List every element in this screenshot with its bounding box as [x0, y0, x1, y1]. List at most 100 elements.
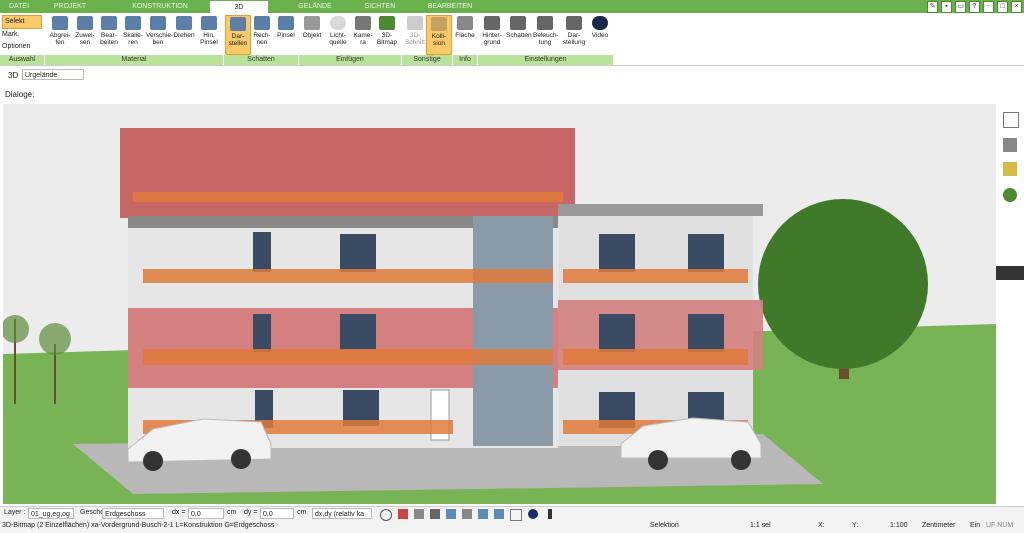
zuweisen-button[interactable]: Zuwei- sen	[73, 15, 97, 53]
measure-icon[interactable]	[462, 509, 472, 519]
kamera-button[interactable]: Kame- ra	[351, 15, 375, 53]
play-icon	[592, 16, 608, 30]
x-coord: X:	[818, 522, 825, 529]
chair-icon	[304, 16, 320, 30]
group-info: Info	[453, 55, 477, 65]
assign-icon	[77, 16, 93, 30]
window-controls: ✎ ▪ ▭ ? - □ ×	[927, 1, 1022, 13]
schatten-button[interactable]: Schatten	[506, 15, 532, 53]
shade-icon	[230, 17, 246, 31]
verschieben-button[interactable]: Verschie- ben	[146, 15, 173, 53]
3d-bitmap-button[interactable]: 3D- Bitmap	[375, 15, 399, 53]
lichtquelle-button[interactable]: Licht- quelle	[326, 15, 350, 53]
view-bar: 3D Urgelände	[0, 67, 1024, 85]
brush-icon	[201, 16, 217, 30]
status-bar: 3D-Bitmap (2 Einzelflächen) xa-Vordergru…	[0, 521, 1024, 533]
bearbeiten-button[interactable]: Bear- beiten	[97, 15, 121, 53]
tab-sichten[interactable]: SICHTEN	[350, 0, 410, 13]
rechnen-button[interactable]: Rech- nen	[250, 15, 274, 53]
grid-icon[interactable]	[510, 509, 522, 521]
dialog-label: Dialoge:	[5, 90, 35, 99]
angle-icon[interactable]	[446, 509, 456, 519]
chair-icon[interactable]	[1003, 138, 1017, 152]
layer-select[interactable]: 01_ug,eg,og	[28, 508, 74, 519]
beleuchtung-button[interactable]: Beleuch- tung	[533, 15, 559, 53]
rotate-icon	[176, 16, 192, 30]
group-material: Material	[45, 55, 223, 65]
print-icon[interactable]	[414, 509, 424, 519]
selection-count: 1:1 sel	[750, 522, 771, 529]
clock-icon[interactable]	[380, 509, 392, 521]
background-icon	[484, 16, 500, 30]
help-icon[interactable]: ?	[969, 1, 980, 13]
darstellen-button[interactable]: Dar- stellen	[225, 15, 251, 55]
objekt-button[interactable]: Objekt	[300, 15, 324, 53]
darstellung-button[interactable]: Dar- stellung	[562, 15, 586, 53]
mark-button[interactable]: Mark.	[2, 29, 42, 41]
layers-toggle-icon[interactable]	[478, 509, 488, 519]
group-einstellungen: Einstellungen	[478, 55, 613, 65]
floor-select[interactable]: Erdgeschoss	[102, 508, 164, 519]
tab-bearbeiten[interactable]: BEARBEITEN	[415, 0, 485, 13]
layer-label: Layer :	[4, 509, 26, 516]
video-button[interactable]: Video	[588, 15, 612, 53]
dy-input[interactable]: 0,0	[260, 508, 294, 519]
drehen-button[interactable]: Drehen	[172, 15, 196, 53]
dx-label: dx =	[172, 509, 186, 516]
coord-mode-select[interactable]: dx,dy (relativ ka	[312, 508, 372, 519]
abgreifen-button[interactable]: Abgrei- fen	[48, 15, 72, 53]
tab-konstruktion[interactable]: KONSTRUKTION	[110, 0, 210, 13]
options-button[interactable]: Optionen	[2, 41, 42, 53]
save-icon[interactable]: ▪	[941, 1, 952, 13]
monitor-icon	[566, 16, 582, 30]
tab-datei[interactable]: DATEI	[0, 0, 38, 13]
flags-status: UF NUM	[986, 522, 1014, 529]
selekt-button[interactable]: Selekt	[2, 15, 42, 29]
tab-gelaende[interactable]: GELÄNDE	[280, 0, 350, 13]
y-coord: Y:	[852, 522, 859, 529]
group-auswahl: Auswahl	[0, 55, 44, 65]
info-icon[interactable]	[528, 509, 538, 519]
pipette-icon	[52, 16, 68, 30]
light-house-icon	[537, 16, 553, 30]
brush-icon	[278, 16, 294, 30]
display-icon[interactable]	[398, 509, 408, 519]
minimize-icon[interactable]: -	[983, 1, 994, 13]
3d-schnitt-button[interactable]: 3D- Schnitt	[403, 15, 427, 53]
more-icon[interactable]	[548, 509, 552, 519]
dialog-bar: Dialoge:	[0, 87, 1024, 103]
tab-projekt[interactable]: PROJEKT	[40, 0, 100, 13]
hintergrund-button[interactable]: Hinter- grund	[480, 15, 504, 53]
dx-input[interactable]: 0,0	[188, 508, 224, 519]
dx-unit: cm	[227, 509, 237, 516]
snap-icon[interactable]	[430, 509, 440, 519]
view-toggle-icon[interactable]	[494, 509, 504, 519]
kollision-button[interactable]: Kolli- sion	[426, 15, 452, 55]
selected-object-info: 3D-Bitmap (2 Einzelflächen) xa-Vordergru…	[2, 522, 275, 529]
selection-column: Selekt Mark. Optionen	[2, 15, 42, 53]
edit-icon[interactable]: ✎	[927, 1, 938, 13]
palette-icon[interactable]	[1003, 162, 1017, 176]
3d-viewport[interactable]	[3, 104, 996, 504]
on-status: Ein	[970, 522, 981, 529]
move-icon	[150, 16, 166, 30]
cut-icon	[407, 16, 423, 30]
layers-icon[interactable]	[1003, 112, 1019, 128]
pinsel-button[interactable]: Pinsel	[274, 15, 298, 53]
flaeche-button[interactable]: Fläche	[453, 15, 477, 53]
dy-unit: cm	[297, 509, 307, 516]
group-schatten: Schatten	[224, 55, 298, 65]
hin-pinsel-button[interactable]: Hin. Pinsel	[197, 15, 221, 53]
input-bar: Layer : 01_ug,eg,og Geschoss : Erdgescho…	[0, 506, 1024, 521]
terrain-select[interactable]: Urgelände	[22, 69, 84, 80]
right-toolbar	[996, 104, 1024, 504]
print-icon[interactable]: ▭	[955, 1, 966, 13]
skalieren-button[interactable]: Skalie- ren	[121, 15, 145, 53]
ribbon: Selekt Mark. Optionen Abgrei- fen Zuwei-…	[0, 13, 1024, 66]
tab-3d[interactable]: 3D	[210, 0, 268, 14]
close-icon[interactable]: ×	[1011, 1, 1022, 13]
restore-icon[interactable]: □	[997, 1, 1008, 13]
tree-icon[interactable]	[1003, 188, 1017, 202]
scale-status: 1:100	[890, 522, 908, 529]
panel-handle-icon[interactable]	[996, 266, 1024, 280]
